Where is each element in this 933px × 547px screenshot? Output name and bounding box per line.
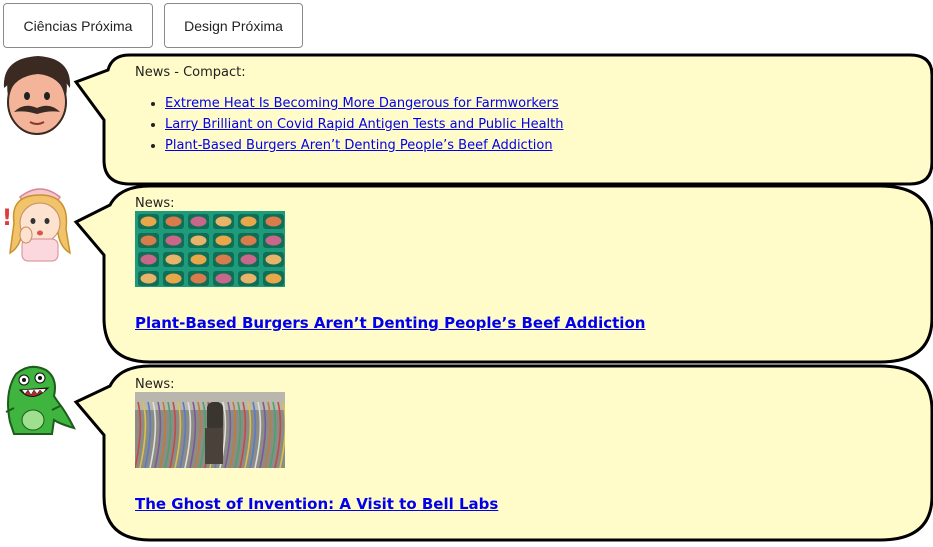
news-link-list: Extreme Heat Is Becoming More Dangerous … — [135, 93, 564, 156]
card-label: News - Compact: — [135, 65, 246, 80]
list-item: Larry Brilliant on Covid Rapid Antigen T… — [165, 114, 564, 135]
news-compact-card: News - Compact: Extreme Heat Is Becoming… — [135, 65, 564, 156]
bell-labs-thumbnail-image[interactable] — [135, 392, 285, 468]
card-label: News: — [135, 196, 175, 211]
news-link[interactable]: Extreme Heat Is Becoming More Dangerous … — [165, 96, 559, 111]
mustache-man-avatar — [3, 56, 71, 135]
news-card-1: News: Plant-Based Burgers Aren’t Denting… — [135, 196, 645, 332]
list-item: Plant-Based Burgers Aren’t Denting Peopl… — [165, 135, 564, 156]
green-dinosaur-avatar — [5, 365, 76, 435]
card-label: News: — [135, 377, 175, 392]
list-item: Extreme Heat Is Becoming More Dangerous … — [165, 93, 564, 114]
news-link[interactable]: Larry Brilliant on Covid Rapid Antigen T… — [165, 117, 564, 132]
burgers-thumbnail-image[interactable] — [135, 211, 285, 287]
news-card-2: News: The Ghost of Invention: A Visit to… — [135, 377, 498, 513]
nurse-avatar: ! — [2, 188, 72, 262]
news-link[interactable]: Plant-Based Burgers Aren’t Denting Peopl… — [165, 138, 553, 153]
svg-text:!: ! — [2, 206, 12, 231]
headline-link[interactable]: The Ghost of Invention: A Visit to Bell … — [135, 495, 498, 513]
headline-link[interactable]: Plant-Based Burgers Aren’t Denting Peopl… — [135, 314, 645, 332]
